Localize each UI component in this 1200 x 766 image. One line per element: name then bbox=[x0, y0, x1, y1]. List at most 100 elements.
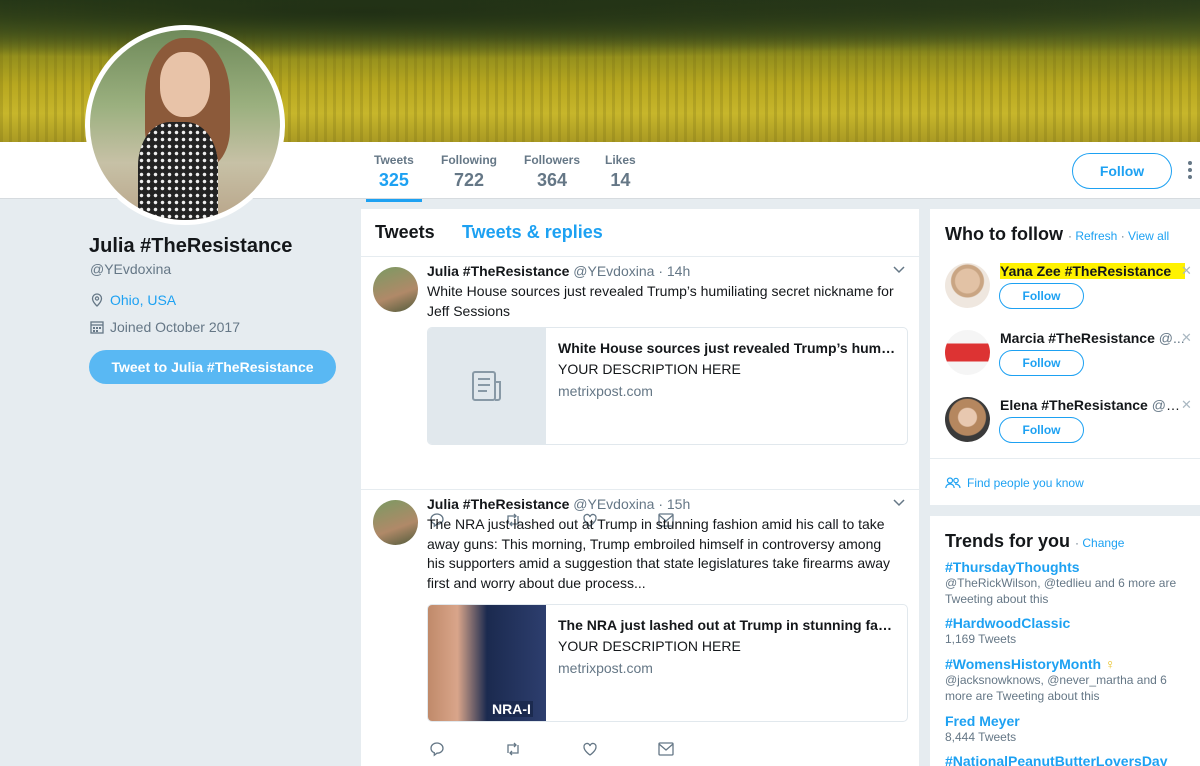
header-separator: · bbox=[1075, 536, 1080, 550]
profile-joined: Joined October 2017 bbox=[90, 319, 240, 335]
nav-followers-label: Followers bbox=[524, 153, 581, 167]
header-separator: · bbox=[1120, 229, 1125, 243]
tab-tweets-and-replies[interactable]: Tweets & replies bbox=[462, 222, 603, 243]
link-card-photo: NRA-I bbox=[428, 605, 546, 721]
trend-item[interactable]: Fred Meyer 8,444 Tweets bbox=[945, 713, 1190, 745]
tweet-item[interactable]: Julia #TheResistance @YEvdoxina · 14h Wh… bbox=[361, 257, 919, 528]
trend-detail: 8,444 Tweets bbox=[945, 730, 1017, 744]
trends-module: Trends for you · Change #ThursdayThought… bbox=[930, 516, 1200, 766]
trend-detail: @jacksnowknows, @never_martha and 6 more… bbox=[945, 673, 1167, 703]
link-card[interactable]: NRA-I The NRA just lashed out at Trump i… bbox=[427, 604, 908, 722]
suggestion-avatar[interactable] bbox=[945, 397, 990, 442]
link-card-domain: metrixpost.com bbox=[558, 660, 653, 676]
tweet-meta[interactable]: @YEvdoxina · 14h bbox=[573, 263, 690, 279]
link-card-domain: metrixpost.com bbox=[558, 383, 653, 399]
tweet-item[interactable]: Julia #TheResistance @YEvdoxina · 15h Th… bbox=[361, 490, 919, 766]
suggestion-name[interactable]: Marcia #TheResistance @... bbox=[1000, 330, 1185, 346]
link-card-description: YOUR DESCRIPTION HERE bbox=[558, 361, 741, 377]
profile-location-text[interactable]: Ohio, USA bbox=[110, 292, 176, 308]
trend-name[interactable]: #WomensHistoryMonth ♀ bbox=[945, 656, 1190, 672]
nav-likes[interactable]: Likes 14 bbox=[605, 153, 636, 191]
nav-tweets-count: 325 bbox=[378, 170, 409, 190]
nav-followers[interactable]: Followers 364 bbox=[524, 153, 580, 191]
timeline-tabs: Tweets Tweets & replies bbox=[361, 209, 919, 257]
suggestion-name[interactable]: Elena #TheResistance @El... bbox=[1000, 397, 1185, 413]
divider bbox=[930, 458, 1200, 459]
tweet-author-name[interactable]: Julia #TheResistance bbox=[427, 263, 569, 279]
who-to-follow-header: Who to follow · Refresh · View all bbox=[945, 224, 1169, 245]
profile-location[interactable]: Ohio, USA bbox=[90, 292, 176, 308]
timeline: Tweets Tweets & replies Julia #TheResist… bbox=[361, 209, 919, 766]
nav-tweets-label: Tweets bbox=[374, 153, 414, 167]
calendar-icon bbox=[90, 321, 104, 334]
follow-suggestion-button[interactable]: Follow bbox=[999, 350, 1084, 376]
trend-name[interactable]: #ThursdayThoughts bbox=[945, 559, 1190, 575]
location-pin-icon bbox=[91, 293, 103, 307]
trends-header: Trends for you · Change bbox=[945, 531, 1124, 552]
profile-handle[interactable]: @YEvdoxina bbox=[90, 261, 171, 277]
profile-name[interactable]: Julia #TheResistance bbox=[89, 235, 292, 258]
dismiss-icon[interactable]: ✕ bbox=[1181, 263, 1192, 279]
link-card-title: The NRA just lashed out at Trump in stun… bbox=[558, 617, 898, 633]
trend-detail: 1,169 Tweets bbox=[945, 632, 1017, 646]
profile-avatar[interactable] bbox=[85, 25, 285, 225]
link-card-thumbnail bbox=[428, 328, 546, 444]
change-link[interactable]: Change bbox=[1082, 536, 1124, 550]
tweet-text: White House sources just revealed Trump’… bbox=[427, 283, 894, 319]
find-people-text[interactable]: Find people you know bbox=[967, 476, 1084, 490]
suggestion-item[interactable]: Elena #TheResistance @El... ✕ Follow bbox=[930, 397, 1200, 464]
tweet-to-button[interactable]: Tweet to Julia #TheResistance bbox=[89, 350, 336, 384]
direct-message-icon[interactable] bbox=[658, 742, 674, 756]
suggestion-avatar[interactable] bbox=[945, 330, 990, 375]
chevron-down-icon[interactable] bbox=[893, 496, 905, 510]
retweet-icon[interactable] bbox=[504, 741, 522, 757]
who-to-follow-title: Who to follow bbox=[945, 224, 1063, 244]
suggestion-item[interactable]: Yana Zee #TheResistance ✕ Follow bbox=[930, 263, 1200, 330]
view-all-link[interactable]: View all bbox=[1128, 229, 1169, 243]
dismiss-icon[interactable]: ✕ bbox=[1181, 330, 1192, 346]
trend-item[interactable]: #WomensHistoryMonth ♀ @jacksnowknows, @n… bbox=[945, 656, 1190, 704]
link-card-photo-caption: NRA-I bbox=[490, 701, 533, 717]
reply-icon[interactable] bbox=[429, 741, 445, 757]
link-card[interactable]: White House sources just revealed Trump’… bbox=[427, 327, 908, 445]
link-card-title: White House sources just revealed Trump’… bbox=[558, 340, 898, 356]
trends-title: Trends for you bbox=[945, 531, 1071, 551]
nav-followers-count: 364 bbox=[536, 170, 568, 190]
nav-likes-label: Likes bbox=[605, 153, 636, 167]
trend-name[interactable]: Fred Meyer bbox=[945, 713, 1190, 729]
nav-tweets[interactable]: Tweets 325 bbox=[366, 153, 422, 202]
nav-following-label: Following bbox=[441, 153, 497, 167]
nav-likes-count: 14 bbox=[610, 170, 631, 190]
heart-icon[interactable] bbox=[582, 741, 598, 757]
tweet-header: Julia #TheResistance @YEvdoxina · 14h bbox=[427, 263, 690, 279]
trend-name[interactable]: #NationalPeanutButterLoversDay bbox=[945, 753, 1190, 766]
suggestion-avatar[interactable] bbox=[945, 263, 990, 308]
tweet-author-name[interactable]: Julia #TheResistance bbox=[427, 496, 569, 512]
refresh-link[interactable]: Refresh bbox=[1075, 229, 1117, 243]
header-separator: · bbox=[1067, 229, 1072, 243]
link-card-description: YOUR DESCRIPTION HERE bbox=[558, 638, 741, 654]
nav-following[interactable]: Following 722 bbox=[441, 153, 497, 191]
suggestion-name[interactable]: Yana Zee #TheResistance bbox=[1000, 263, 1185, 279]
suggestion-item[interactable]: Marcia #TheResistance @... ✕ Follow bbox=[930, 330, 1200, 397]
follow-suggestion-button[interactable]: Follow bbox=[999, 283, 1084, 309]
more-vertical-icon[interactable] bbox=[1186, 160, 1194, 182]
trend-item[interactable]: #HardwoodClassic 1,169 Tweets bbox=[945, 615, 1190, 647]
who-to-follow-module: Who to follow · Refresh · View all Yana … bbox=[930, 209, 1200, 505]
dismiss-icon[interactable]: ✕ bbox=[1181, 397, 1192, 413]
trend-name[interactable]: #HardwoodClassic bbox=[945, 615, 1190, 631]
follow-suggestion-button[interactable]: Follow bbox=[999, 417, 1084, 443]
follow-button[interactable]: Follow bbox=[1072, 153, 1172, 189]
tweet-avatar[interactable] bbox=[373, 267, 418, 312]
trend-item[interactable]: #NationalPeanutButterLoversDay bbox=[945, 753, 1190, 766]
article-icon bbox=[472, 371, 501, 401]
nav-following-count: 722 bbox=[453, 170, 485, 190]
tab-tweets[interactable]: Tweets bbox=[375, 222, 435, 243]
trend-item[interactable]: #ThursdayThoughts @TheRickWilson, @tedli… bbox=[945, 559, 1190, 607]
chevron-down-icon[interactable] bbox=[893, 263, 905, 277]
people-icon bbox=[945, 477, 961, 489]
tweet-avatar[interactable] bbox=[373, 500, 418, 545]
venus-icon: ♀ bbox=[1104, 656, 1116, 672]
tweet-meta[interactable]: @YEvdoxina · 15h bbox=[573, 496, 690, 512]
find-people-link[interactable]: Find people you know bbox=[945, 476, 1084, 490]
